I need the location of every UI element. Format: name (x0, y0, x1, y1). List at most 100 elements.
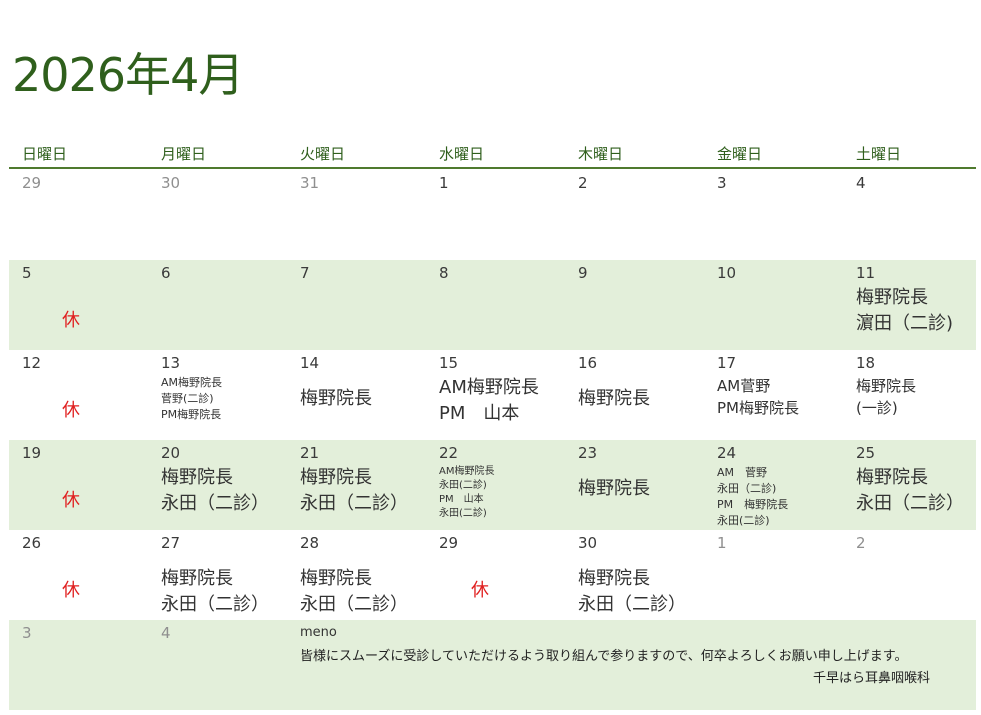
day-cell: 2 (565, 170, 704, 260)
day-cell: 31 (287, 170, 426, 260)
date-number: 17 (717, 354, 737, 372)
weekday-saturday: 土曜日 (856, 145, 902, 163)
weekday-header: 日曜日 月曜日 火曜日 水曜日 木曜日 金曜日 土曜日 (9, 143, 976, 169)
date-number: 29 (439, 534, 459, 552)
schedule-line: 永田（二診） (578, 594, 686, 615)
schedule-entry: AM 菅野永田（二診) PM 梅野院長 永田(二診) (717, 465, 843, 529)
closed-mark: 休 (62, 490, 80, 511)
day-cell: 11 梅野院長 濵田（二診) (843, 260, 976, 350)
schedule-line: 梅野院長 (300, 388, 372, 409)
schedule-entry: AM菅野 PM梅野院長 (717, 375, 843, 419)
schedule-entry: 梅野院長永田（二診） (161, 555, 287, 618)
schedule-line: 永田（二診) (717, 482, 777, 495)
weekday-wednesday: 水曜日 (439, 145, 485, 163)
schedule-line: 永田(二診) (439, 480, 487, 491)
page-title: 2026年4月 (12, 48, 244, 102)
week-row: 19 休 20 梅野院長 永田（二診） 21 梅野院長 永田（二診） 22 AM梅野院長 永田(二診… (9, 440, 976, 530)
date-number: 3 (717, 174, 727, 192)
schedule-entry: 梅野院長 永田（二診） (578, 555, 704, 618)
schedule-line: PM 梅野院長 (717, 498, 789, 511)
day-cell: 26 休 (9, 530, 148, 620)
schedule-line: 梅野院長 (856, 287, 928, 308)
date-number: 16 (578, 354, 598, 372)
schedule-line: 永田（二診） (161, 594, 269, 615)
schedule-line: 永田（二診） (161, 493, 269, 514)
closed-mark: 休 (62, 580, 80, 601)
schedule-line: 永田(二診) (717, 514, 770, 527)
day-cell: 9 (565, 260, 704, 350)
schedule-line: 梅野院長 (161, 568, 233, 589)
weekday-friday: 金曜日 (717, 145, 763, 163)
day-cell: 7 (287, 260, 426, 350)
day-cell: 20 梅野院長 永田（二診） (148, 440, 287, 530)
schedule-entry: 梅野院長永田（二診） (856, 465, 976, 517)
date-number: 2 (856, 534, 866, 552)
date-number: 31 (300, 174, 320, 192)
weekday-sunday: 日曜日 (22, 145, 68, 163)
day-cell: 2 (843, 530, 976, 620)
day-cell: 1 (426, 170, 565, 260)
date-number: 30 (161, 174, 181, 192)
week-row: 3 4 meno 皆様にスムーズに受診していただけるよう取り組んで参りますので、何卒よ… (9, 620, 976, 710)
date-number: 23 (578, 444, 598, 462)
schedule-line: (一診) (856, 399, 898, 417)
schedule-line: 菅野(二診) (161, 392, 214, 405)
date-number: 9 (578, 264, 588, 282)
day-cell: 8 (426, 260, 565, 350)
date-number: 18 (856, 354, 876, 372)
schedule-line: AM梅野院長 (439, 377, 539, 398)
day-cell: 30 (148, 170, 287, 260)
weekday-monday: 月曜日 (161, 145, 207, 163)
schedule-line: 永田（二診） (856, 493, 964, 514)
day-cell: 23 梅野院長 (565, 440, 704, 530)
weekday-tuesday: 火曜日 (300, 145, 346, 163)
date-number: 1 (717, 534, 727, 552)
schedule-line: 梅野院長 (856, 377, 917, 395)
day-cell: 28 梅野院長永田（二診） (287, 530, 426, 620)
date-number: 14 (300, 354, 320, 372)
date-number: 27 (161, 534, 181, 552)
date-number: 24 (717, 444, 737, 462)
day-cell: 3 (704, 170, 843, 260)
memo-label: meno (300, 625, 337, 640)
date-number: 12 (22, 354, 42, 372)
schedule-line: PM梅野院長 (161, 408, 222, 421)
date-number: 28 (300, 534, 320, 552)
day-cell: 19 休 (9, 440, 148, 530)
day-cell: 14 梅野院長 (287, 350, 426, 440)
day-cell: 17 AM菅野 PM梅野院長 (704, 350, 843, 440)
date-number: 2 (578, 174, 588, 192)
date-number: 1 (439, 174, 449, 192)
schedule-entry: 梅野院長 (一診) (856, 375, 976, 419)
day-cell: 16 梅野院長 (565, 350, 704, 440)
schedule-entry: 梅野院長 (578, 465, 704, 502)
week-row: 12 休 13 AM梅野院長 菅野(二診) PM梅野院長 14 梅野院長 15 AM梅野院長 PM … (9, 350, 976, 440)
schedule-line: 梅野院長 (300, 568, 372, 589)
schedule-line: 永田（二診） (300, 594, 408, 615)
schedule-line: AM 菅野 (717, 466, 768, 479)
day-cell: 18 梅野院長 (一診) (843, 350, 976, 440)
schedule-line: 濵田（二診) (856, 313, 954, 334)
day-cell: 6 (148, 260, 287, 350)
schedule-entry: 梅野院長 永田（二診） (300, 465, 426, 517)
memo-note: meno 皆様にスムーズに受診していただけるよう取り組んで参りますので、何卒よろし… (287, 620, 976, 710)
schedule-line: 梅野院長 (856, 467, 928, 488)
clinic-signature: 千早はら耳鼻咽喉科 (812, 671, 930, 686)
date-number: 29 (22, 174, 42, 192)
date-number: 4 (856, 174, 866, 192)
schedule-entry: 梅野院長 (300, 375, 426, 412)
date-number: 21 (300, 444, 320, 462)
memo-body: 皆様にスムーズに受診していただけるよう取り組んで参りますので、何卒よろしくお願い… (300, 649, 908, 664)
schedule-line: PM梅野院長 (717, 399, 799, 417)
closed-mark: 休 (62, 400, 80, 421)
day-cell: 4 (148, 620, 287, 710)
date-number: 8 (439, 264, 449, 282)
date-number: 10 (717, 264, 737, 282)
schedule-line: PM 山本 (439, 494, 484, 505)
day-cell: 3 (9, 620, 148, 710)
date-number: 26 (22, 534, 42, 552)
schedule-entry: AM梅野院長 菅野(二診) PM梅野院長 (161, 375, 287, 423)
schedule-line: 梅野院長 (300, 467, 372, 488)
day-cell: 21 梅野院長 永田（二診） (287, 440, 426, 530)
weekday-thursday: 木曜日 (578, 145, 624, 163)
